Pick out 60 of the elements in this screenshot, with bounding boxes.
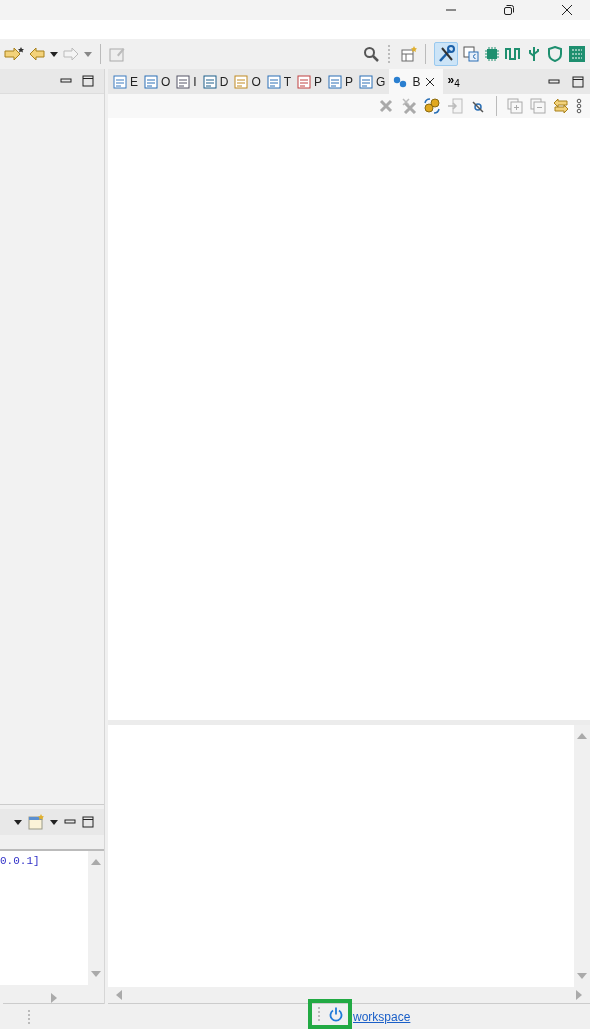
caret-icon[interactable] xyxy=(14,819,22,825)
swap-arrows-icon[interactable] xyxy=(553,98,569,114)
import-icon[interactable] xyxy=(447,98,463,114)
view-icon xyxy=(234,74,249,89)
shield-icon[interactable] xyxy=(547,46,563,62)
workspace-link[interactable]: workspace xyxy=(353,1009,411,1024)
view-icon xyxy=(144,74,158,89)
more-icon[interactable] xyxy=(576,98,582,114)
scroll-right-icon[interactable] xyxy=(576,990,582,1000)
close-icon[interactable] xyxy=(425,76,436,87)
view-icon xyxy=(176,74,191,89)
pulse-wave-icon[interactable] xyxy=(505,46,521,62)
scroll-left-icon[interactable] xyxy=(116,990,122,1000)
tools-icon[interactable] xyxy=(434,42,458,66)
overflow-tabs[interactable]: »$_{4}$ xyxy=(443,73,464,90)
close-icon[interactable] xyxy=(561,4,573,16)
view-tab[interactable]: P xyxy=(326,69,358,94)
horizontal-scrollbar[interactable] xyxy=(108,987,590,1004)
chip-icon[interactable] xyxy=(484,46,500,62)
new-window-icon[interactable] xyxy=(28,814,44,830)
perspective-icon[interactable] xyxy=(401,46,417,62)
vertical-scrollbar[interactable] xyxy=(88,851,104,985)
view-icon xyxy=(266,74,281,89)
view-tab[interactable]: E xyxy=(111,69,142,94)
scroll-up-icon[interactable] xyxy=(91,859,101,865)
view-tab[interactable]: O xyxy=(142,69,175,94)
view-tab[interactable]: O xyxy=(232,69,265,94)
remove-icon[interactable] xyxy=(378,98,394,114)
view-icon xyxy=(328,74,343,89)
scroll-up-icon[interactable] xyxy=(577,733,587,739)
maximize-icon[interactable] xyxy=(572,75,584,88)
gears-icon[interactable] xyxy=(424,98,440,114)
view-icon xyxy=(393,74,408,89)
view-tab[interactable]: I xyxy=(174,69,201,94)
remove-all-icon[interactable] xyxy=(401,98,417,114)
view-icon xyxy=(202,74,217,89)
arrow-star-icon[interactable] xyxy=(4,46,24,62)
power-icon[interactable] xyxy=(328,1005,344,1022)
view-icon xyxy=(113,74,127,89)
view-icon xyxy=(359,74,374,89)
collapse-all-icon[interactable] xyxy=(530,98,546,114)
view-icon xyxy=(297,74,312,89)
scroll-right-icon[interactable] xyxy=(50,993,57,1003)
caret-icon[interactable] xyxy=(50,819,58,825)
view-tab[interactable]: D xyxy=(200,69,233,94)
caret-icon[interactable] xyxy=(50,51,58,57)
restore-icon[interactable] xyxy=(503,4,515,16)
view-tab[interactable]: G xyxy=(357,69,390,94)
view-tab[interactable]: T xyxy=(264,69,296,94)
view-tab[interactable]: P xyxy=(295,69,327,94)
maximize-icon[interactable] xyxy=(82,816,94,828)
view-tab[interactable]: B xyxy=(389,69,444,94)
scroll-down-icon[interactable] xyxy=(91,971,101,977)
maximize-icon[interactable] xyxy=(82,75,94,87)
scroll-down-icon[interactable] xyxy=(577,973,587,979)
console-line: 0.0.1] xyxy=(0,855,41,867)
back-arrow-icon[interactable] xyxy=(29,46,45,62)
expand-all-icon[interactable] xyxy=(507,98,523,114)
search-icon[interactable] xyxy=(363,46,379,62)
c-file-icon[interactable] xyxy=(463,46,479,62)
